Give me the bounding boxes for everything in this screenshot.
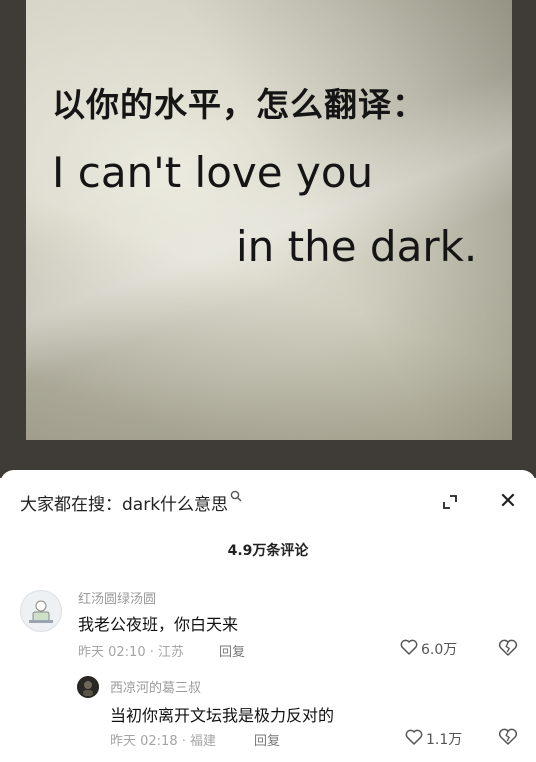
heart-icon <box>405 729 423 749</box>
post-image[interactable]: 以你的水平，怎么翻译： I can't love you in the dark… <box>26 0 512 440</box>
avatar[interactable] <box>20 590 62 632</box>
comment-meta: 昨天 02:10 · 江苏 <box>78 645 184 660</box>
like-count: 1.1万 <box>426 732 463 748</box>
comment-text: 我老公夜班，你白天来 <box>78 615 239 634</box>
comment-username[interactable]: 红汤圆绿汤圆 <box>78 588 156 607</box>
comment-item: 红汤圆绿汤圆 我老公夜班，你白天来 昨天 02:10 · 江苏 回复 6.0万 <box>0 582 536 662</box>
comment-count: 4.9万条评论 <box>227 543 309 559</box>
broken-heart-icon <box>498 639 518 656</box>
comment-text: 当初你离开文坛我是极力反对的 <box>110 706 335 725</box>
search-icon <box>230 490 242 506</box>
comment-sheet: 大家都在搜：dark什么意思 ✕ 4.9万条评论 红汤圆绿汤圆 我老公夜班，你白… <box>0 470 536 762</box>
search-suggestion[interactable]: 大家都在搜：dark什么意思 <box>20 490 242 515</box>
like-count: 6.0万 <box>421 642 458 658</box>
broken-heart-icon <box>498 728 518 745</box>
reply-button[interactable]: 回复 <box>219 641 245 660</box>
avatar[interactable] <box>77 676 99 698</box>
comment-meta: 昨天 02:18 · 福建 <box>110 734 216 749</box>
poster-line-2: in the dark. <box>236 222 478 271</box>
heart-icon <box>400 639 418 659</box>
comment-reply-item: 西凉河的葛三叔 当初你离开文坛我是极力反对的 昨天 02:18 · 福建 回复 … <box>0 668 536 749</box>
dislike-button[interactable] <box>498 728 518 748</box>
expand-icon[interactable] <box>443 494 457 509</box>
search-suggestion-label: 大家都在搜：dark什么意思 <box>20 494 229 515</box>
dislike-button[interactable] <box>498 639 518 659</box>
post-image-frame: 以你的水平，怎么翻译： I can't love you in the dark… <box>0 0 536 478</box>
poster-line-1: I can't love you <box>52 148 374 197</box>
comment-username[interactable]: 西凉河的葛三叔 <box>110 677 201 696</box>
like-button[interactable]: 6.0万 <box>400 639 457 659</box>
close-icon[interactable]: ✕ <box>496 490 520 514</box>
reply-button[interactable]: 回复 <box>254 730 280 749</box>
like-button[interactable]: 1.1万 <box>405 729 462 749</box>
poster-question: 以你的水平，怎么翻译： <box>52 85 426 124</box>
